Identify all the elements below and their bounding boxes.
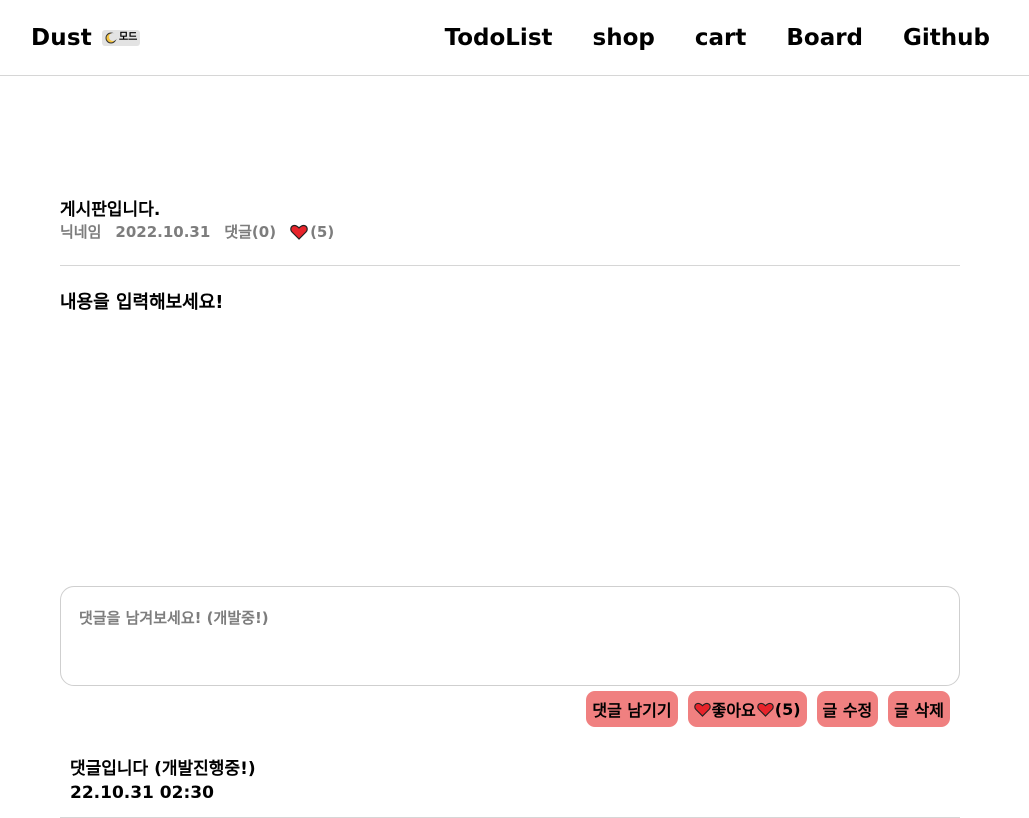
like-button-count: (5) <box>774 699 801 719</box>
add-comment-button-label: 댓글 남기기 <box>592 701 672 720</box>
post-date: 2022.10.31 <box>115 222 211 241</box>
delete-post-button-label: 글 삭제 <box>894 701 944 720</box>
add-comment-button[interactable]: 댓글 남기기 <box>586 691 678 727</box>
like-button-label: 좋아요 <box>711 701 756 720</box>
nav-link-cart[interactable]: cart <box>695 25 747 51</box>
post-actions: 댓글 남기기 좋아요 (5) 글 수정 글 삭제 <box>586 691 950 727</box>
post-meta: 닉네임 2022.10.31 댓글(0) (5) <box>60 221 334 242</box>
comment-input[interactable] <box>60 586 960 686</box>
top-nav-bar: Dust 모드 TodoList shop cart Board Github <box>0 0 1029 76</box>
post-like-count-label: (5) <box>310 222 335 241</box>
comment-date: 22.10.31 02:30 <box>70 783 214 803</box>
post-body: 내용을 입력해보세요! <box>60 292 224 313</box>
post-comment-count: 댓글(0) <box>224 223 277 241</box>
post-title: 게시판입니다. <box>60 200 161 220</box>
heart-icon <box>290 224 308 240</box>
post-author: 닉네임 <box>60 223 102 241</box>
nav-link-board[interactable]: Board <box>786 25 863 51</box>
edit-post-button[interactable]: 글 수정 <box>816 691 879 727</box>
nav-link-github[interactable]: Github <box>903 25 990 51</box>
heart-icon <box>757 702 774 717</box>
nav-link-shop[interactable]: shop <box>593 25 655 51</box>
brand-title[interactable]: Dust <box>31 25 92 51</box>
post-header-divider <box>60 265 960 266</box>
mode-label: 모드 <box>118 31 138 43</box>
nav-link-todolist[interactable]: TodoList <box>445 25 553 51</box>
delete-post-button[interactable]: 글 삭제 <box>888 691 950 727</box>
mode-toggle-button[interactable]: 모드 <box>101 29 141 46</box>
comment-item: 댓글입니다 (개발진행중!) 22.10.31 02:30 <box>70 754 256 803</box>
heart-icon <box>693 702 711 717</box>
moon-icon <box>105 32 117 43</box>
comment-text: 댓글입니다 (개발진행중!) <box>70 759 256 779</box>
brand: Dust 모드 <box>31 25 141 51</box>
edit-post-button-label: 글 수정 <box>822 701 873 720</box>
like-button[interactable]: 좋아요 (5) <box>687 691 807 727</box>
post-like-count: (5) <box>290 223 334 241</box>
main-nav: TodoList shop cart Board Github <box>445 25 990 51</box>
